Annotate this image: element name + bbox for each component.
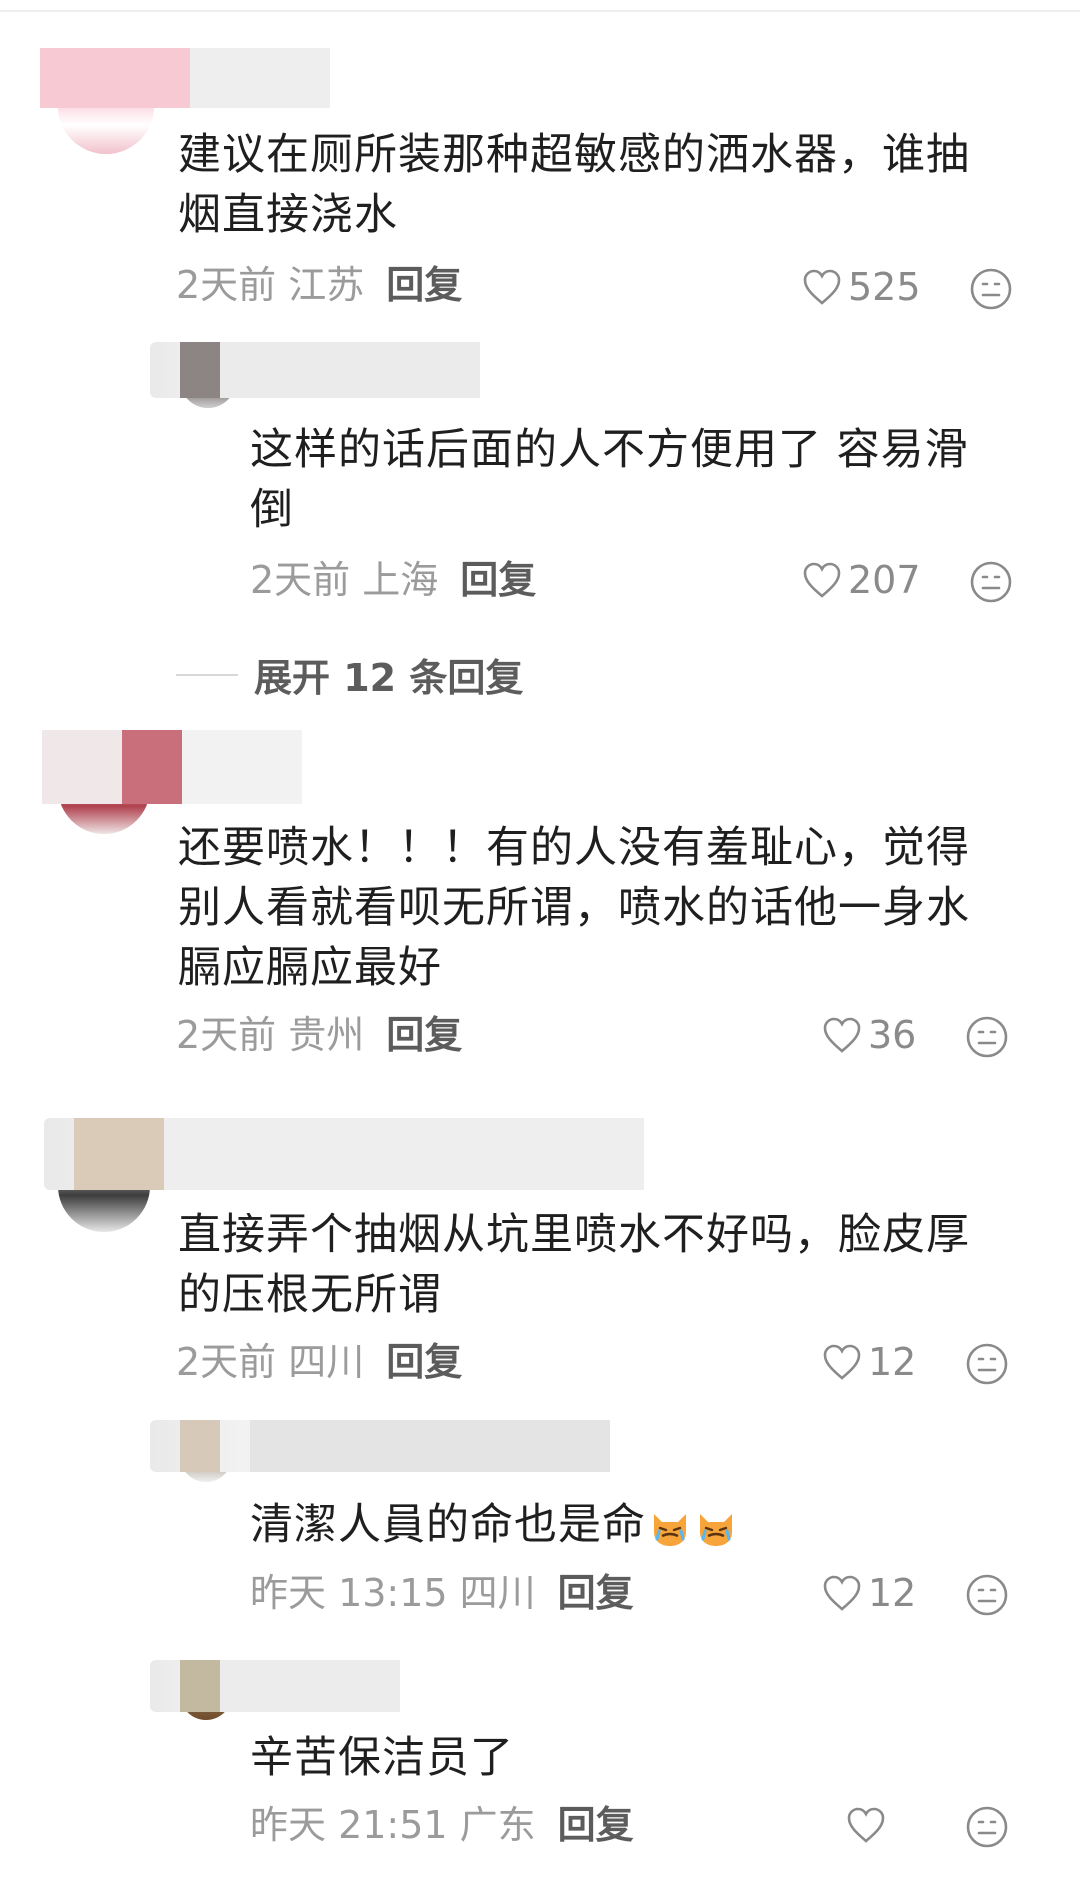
reply-time: 昨天 21:51 — [250, 1803, 448, 1847]
reply-region: 广东 — [459, 1803, 536, 1847]
reply-username-blurred[interactable] — [150, 342, 480, 398]
neutral-face-icon[interactable] — [964, 1572, 1010, 1618]
comment-region: 四川 — [288, 1340, 365, 1384]
like-button[interactable]: 36 — [822, 1010, 916, 1060]
reply-region: 四川 — [459, 1571, 536, 1615]
crying-cat-emoji — [654, 1513, 686, 1546]
neutral-face-icon[interactable] — [968, 266, 1014, 312]
heart-outline-icon — [823, 1344, 861, 1380]
like-button[interactable] — [846, 1800, 892, 1850]
like-button[interactable]: 525 — [802, 262, 921, 312]
expand-replies-label: 展开 12 条回复 — [254, 656, 524, 700]
reply-button[interactable]: 回复 — [460, 558, 536, 602]
reply-time: 2天前 — [250, 558, 351, 602]
comment-meta: 2天前 贵州 回复 — [176, 1010, 462, 1060]
reply-button[interactable]: 回复 — [386, 1340, 462, 1384]
like-count: 36 — [868, 1013, 917, 1057]
comment-time: 2天前 — [176, 263, 277, 307]
like-button[interactable]: 12 — [822, 1568, 916, 1618]
expand-replies-button[interactable]: 展开 12 条回复 — [176, 647, 523, 702]
reply-text: 辛苦保洁员了 — [250, 1733, 514, 1783]
comment-time: 2天前 — [176, 1340, 277, 1384]
heart-outline-icon — [847, 1807, 885, 1843]
username-blurred[interactable] — [40, 48, 330, 108]
like-count: 12 — [868, 1340, 917, 1384]
neutral-face-icon[interactable] — [964, 1804, 1010, 1850]
like-count: 525 — [848, 265, 921, 309]
reply-text: 这样的话后面的人不方便用了 容易滑倒 — [250, 425, 969, 535]
top-divider — [0, 10, 1080, 12]
reply-button[interactable]: 回复 — [386, 263, 462, 307]
neutral-face-icon[interactable] — [964, 1341, 1010, 1387]
comment-text: 建议在厕所装那种超敏感的洒水器，谁抽烟直接浇水 — [178, 130, 970, 240]
neutral-face-icon[interactable] — [964, 1014, 1010, 1060]
crying-cat-emoji — [700, 1513, 732, 1546]
comment-region: 贵州 — [288, 1013, 365, 1057]
reply-text: 清潔人員的命也是命 — [250, 1495, 1010, 1555]
reply-meta: 昨天 21:51 广东 回复 — [250, 1800, 634, 1850]
like-button[interactable]: 12 — [822, 1337, 916, 1387]
like-count: 12 — [868, 1571, 917, 1615]
reply-button[interactable]: 回复 — [558, 1571, 634, 1615]
neutral-face-icon[interactable] — [968, 559, 1014, 605]
like-button[interactable]: 207 — [802, 555, 921, 605]
comment-text: 还要喷水！！！有的人没有羞耻心，觉得别人看就看呗无所谓，喷水的话他一身水膈应膈应… — [178, 823, 970, 993]
reply-text-content: 清潔人員的命也是命 — [250, 1500, 646, 1550]
reply-username-blurred[interactable] — [150, 1420, 610, 1472]
reply-button[interactable]: 回复 — [386, 1013, 462, 1057]
reply-username-blurred[interactable] — [150, 1660, 400, 1712]
reply-region: 上海 — [362, 558, 439, 602]
comment-meta: 2天前 江苏 回复 — [176, 260, 462, 310]
expand-divider — [176, 673, 238, 676]
comment-time: 2天前 — [176, 1013, 277, 1057]
heart-outline-icon — [823, 1017, 861, 1053]
heart-outline-icon — [803, 562, 841, 598]
comment-region: 江苏 — [288, 263, 365, 307]
reply-meta: 2天前 上海 回复 — [250, 555, 536, 605]
heart-outline-icon — [803, 269, 841, 305]
like-count: 207 — [848, 558, 921, 602]
reply-meta: 昨天 13:15 四川 回复 — [250, 1568, 634, 1618]
comment-text: 直接弄个抽烟从坑里喷水不好吗，脸皮厚的压根无所谓 — [178, 1210, 970, 1320]
username-blurred[interactable] — [44, 1118, 644, 1190]
comment-meta: 2天前 四川 回复 — [176, 1337, 462, 1387]
reply-time: 昨天 13:15 — [250, 1571, 448, 1615]
reply-button[interactable]: 回复 — [558, 1803, 634, 1847]
username-blurred[interactable] — [42, 730, 302, 804]
heart-outline-icon — [823, 1575, 861, 1611]
